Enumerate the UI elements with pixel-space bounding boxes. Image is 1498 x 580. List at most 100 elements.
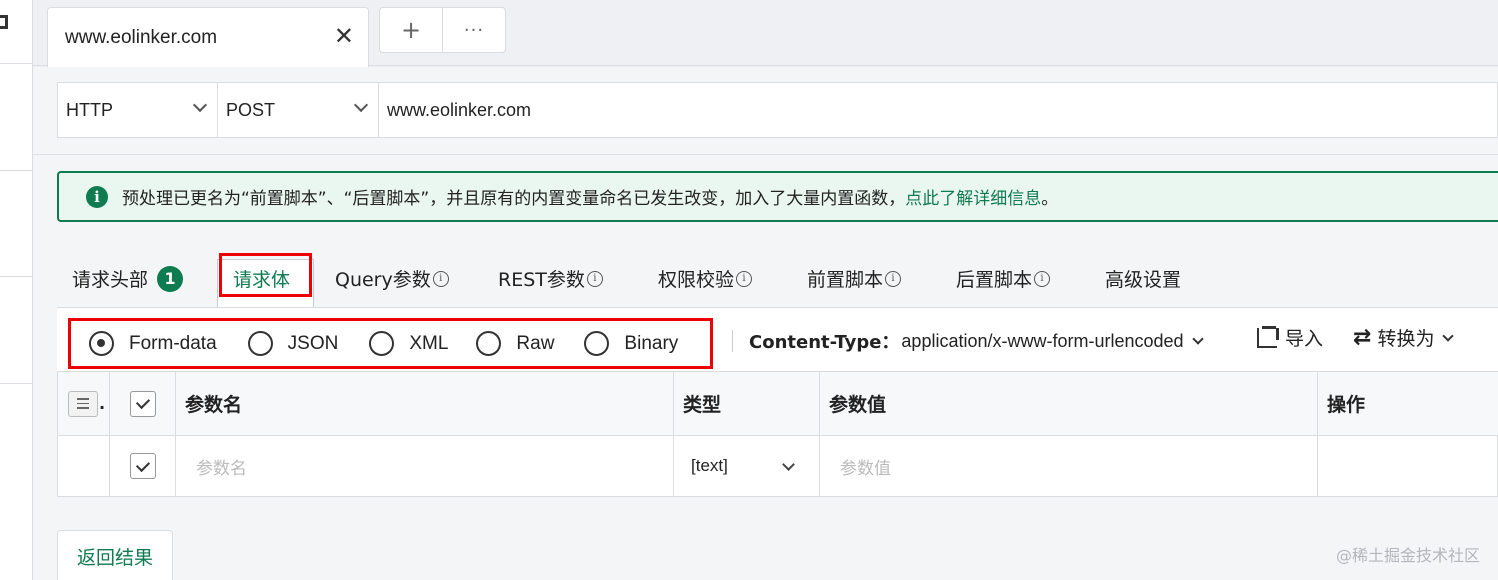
tab-query[interactable]: Query参数 i bbox=[335, 265, 449, 292]
info-icon: i bbox=[432, 270, 449, 287]
tab-post-script[interactable]: 后置脚本 i bbox=[956, 265, 1051, 292]
notice-banner: i 预处理已更名为“前置脚本”、“后置脚本”，并且原有的内置变量命名已发生改变，… bbox=[57, 171, 1498, 222]
url-bar: HTTP POST www.eolinker.com bbox=[57, 82, 1498, 138]
headers-count-badge: 1 bbox=[157, 265, 184, 292]
notice-link[interactable]: 点此了解详细信息 bbox=[905, 184, 1041, 209]
more-tabs-button[interactable]: ··· bbox=[442, 8, 505, 52]
header-param-name: 参数名 bbox=[176, 372, 674, 435]
table-header-row: . 参数名 类型 参数值 操作 bbox=[58, 372, 1498, 436]
convert-button[interactable]: ⇄ 转换为 bbox=[1353, 324, 1455, 351]
row-checkbox[interactable] bbox=[130, 453, 156, 479]
table-menu-cell: . bbox=[58, 372, 110, 435]
radio-icon bbox=[584, 331, 610, 356]
tab-response[interactable]: 返回结果 bbox=[57, 530, 173, 580]
left-rail bbox=[0, 0, 33, 580]
collapse-icon[interactable] bbox=[0, 15, 8, 29]
rail-divider bbox=[0, 276, 33, 277]
rail-divider bbox=[0, 383, 33, 384]
chevron-down-icon bbox=[1191, 333, 1204, 345]
chevron-down-icon bbox=[1442, 329, 1455, 342]
radio-xml[interactable]: XML bbox=[369, 331, 448, 356]
radio-label: Binary bbox=[624, 332, 679, 354]
param-value-placeholder: 参数值 bbox=[840, 458, 891, 479]
param-value-input[interactable]: 参数值 bbox=[820, 436, 1318, 496]
row-handle-cell bbox=[58, 436, 110, 496]
method-select[interactable]: POST bbox=[218, 83, 379, 137]
watermark: @稀土掘金技术社区 bbox=[1335, 546, 1480, 565]
chevron-down-icon bbox=[192, 97, 208, 113]
info-icon: i bbox=[86, 185, 108, 208]
radio-raw[interactable]: Raw bbox=[476, 331, 554, 356]
content-type-label: Content-Type： bbox=[749, 332, 900, 353]
tab-advanced[interactable]: 高级设置 bbox=[1105, 265, 1181, 292]
info-icon: i bbox=[736, 270, 753, 287]
notice-text: 预处理已更名为“前置脚本”、“后置脚本”，并且原有的内置变量命名已发生改变，加入… bbox=[122, 189, 906, 209]
tab-pre-script-label: 前置脚本 bbox=[807, 269, 884, 291]
method-value: POST bbox=[226, 99, 276, 120]
tab-pre-script[interactable]: 前置脚本 i bbox=[807, 265, 902, 292]
radio-icon bbox=[369, 331, 395, 356]
tab-headers-label: 请求头部 bbox=[72, 269, 149, 291]
radio-selected-icon bbox=[89, 331, 114, 356]
toolbar-divider bbox=[732, 330, 733, 352]
tab-rest-label: REST参数 bbox=[498, 269, 585, 291]
header-ops: 操作 bbox=[1318, 372, 1498, 435]
import-icon bbox=[1257, 325, 1279, 348]
header-param-value: 参数值 bbox=[820, 372, 1318, 435]
notice-end: 。 bbox=[1041, 189, 1059, 209]
content-type-select[interactable]: Content-Type： application/x-www-form-url… bbox=[749, 328, 1204, 354]
swap-icon: ⇄ bbox=[1353, 325, 1372, 350]
rail-divider bbox=[0, 63, 33, 64]
protocol-select[interactable]: HTTP bbox=[58, 83, 218, 137]
info-icon: i bbox=[885, 270, 902, 287]
radio-label: Form-data bbox=[129, 332, 217, 354]
convert-label: 转换为 bbox=[1377, 328, 1435, 350]
radio-label: XML bbox=[409, 332, 449, 354]
radio-icon bbox=[476, 331, 502, 356]
tab-bar: www.eolinker.com ✕ + ··· bbox=[33, 0, 1498, 67]
params-table: . 参数名 类型 参数值 操作 参数名 [text] 参数值 bbox=[57, 371, 1498, 497]
chevron-down-icon bbox=[782, 458, 795, 471]
type-select-box: [text] bbox=[691, 456, 819, 476]
radio-form-data[interactable]: Form-data bbox=[89, 331, 217, 356]
radio-icon bbox=[247, 331, 273, 356]
tab-auth[interactable]: 权限校验 i bbox=[658, 265, 753, 292]
row-ops-cell bbox=[1318, 436, 1498, 496]
main-panel: HTTP POST www.eolinker.com i 预处理已更名为“前置脚… bbox=[33, 67, 1498, 580]
radio-binary[interactable]: Binary bbox=[584, 331, 678, 356]
param-name-placeholder: 参数名 bbox=[196, 458, 247, 479]
header-type: 类型 bbox=[674, 372, 820, 435]
body-toolbar: Form-data JSON XML Raw Binary Content-Ty… bbox=[57, 307, 1498, 371]
tab-rest[interactable]: REST参数 i bbox=[498, 265, 603, 292]
select-all-checkbox[interactable] bbox=[130, 390, 156, 417]
row-check-cell bbox=[110, 436, 176, 496]
radio-label: Raw bbox=[516, 332, 555, 354]
tab-headers[interactable]: 请求头部 1 bbox=[72, 265, 184, 292]
select-all-cell bbox=[110, 372, 176, 435]
radio-json[interactable]: JSON bbox=[247, 331, 339, 356]
info-icon: i bbox=[586, 270, 603, 287]
close-icon[interactable]: ✕ bbox=[334, 24, 354, 48]
content-type-value: application/x-www-form-urlencoded bbox=[901, 330, 1184, 351]
radio-label: JSON bbox=[287, 332, 339, 354]
type-value: [text] bbox=[691, 456, 728, 475]
tab-auth-label: 权限校验 bbox=[658, 269, 735, 291]
param-name-input[interactable]: 参数名 bbox=[176, 436, 674, 496]
info-icon: i bbox=[1034, 270, 1051, 287]
tab-post-script-label: 后置脚本 bbox=[956, 269, 1033, 291]
highlight-box bbox=[219, 253, 312, 297]
type-select[interactable]: [text] bbox=[674, 436, 820, 496]
tab-query-label: Query参数 bbox=[335, 269, 431, 291]
section-divider bbox=[33, 154, 1498, 155]
tab-title: www.eolinker.com bbox=[65, 27, 218, 48]
menu-icon[interactable] bbox=[68, 390, 98, 417]
add-tab-button[interactable]: + bbox=[380, 8, 442, 52]
protocol-value: HTTP bbox=[66, 99, 113, 120]
url-input[interactable]: www.eolinker.com bbox=[379, 83, 1497, 137]
import-button[interactable]: 导入 bbox=[1257, 324, 1323, 351]
body-type-radio-group: Form-data JSON XML Raw Binary bbox=[68, 318, 713, 369]
tab-actions: + ··· bbox=[379, 7, 506, 53]
tab-eolinker[interactable]: www.eolinker.com ✕ bbox=[47, 7, 369, 67]
header-dot: . bbox=[99, 394, 106, 413]
import-label: 导入 bbox=[1285, 328, 1324, 350]
